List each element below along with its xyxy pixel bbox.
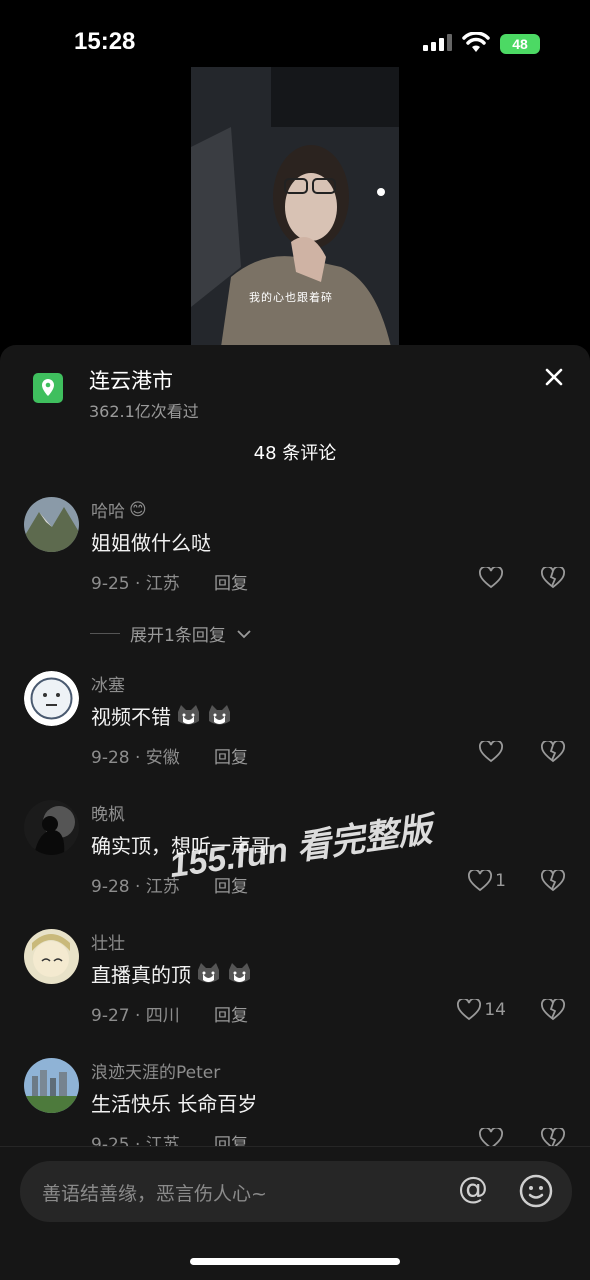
avatar[interactable] bbox=[24, 1058, 79, 1113]
smile-emoji: 😊 bbox=[129, 499, 147, 520]
like-button[interactable] bbox=[479, 567, 506, 589]
divider bbox=[90, 633, 120, 634]
comment-username[interactable]: 冰塞 bbox=[91, 671, 125, 696]
emoji-icon[interactable] bbox=[518, 1173, 554, 1209]
comments-sheet: 连云港市 362.1亿次看过 48 条评论 哈哈 😊 姐姐做什么哒 9-25 ·… bbox=[0, 345, 590, 1280]
broken-heart-icon[interactable] bbox=[541, 870, 565, 892]
husky-emoji-icon bbox=[209, 704, 230, 724]
close-icon[interactable] bbox=[540, 363, 568, 391]
broken-heart-icon[interactable] bbox=[541, 567, 565, 589]
comment-username[interactable]: 哈哈 😊 bbox=[91, 497, 147, 523]
comment-item: 壮壮 直播真的顶 9-27 · 四川 回复 14 bbox=[0, 929, 590, 1057]
battery-indicator: 48 bbox=[500, 34, 540, 54]
comment-meta: 9-28 · 江苏 bbox=[91, 877, 180, 897]
status-time: 15:28 bbox=[74, 28, 136, 55]
cellular-signal-icon bbox=[423, 34, 452, 51]
wifi-icon bbox=[462, 32, 490, 52]
comment-text: 生活快乐 长命百岁 bbox=[91, 1092, 258, 1116]
comment-meta: 9-27 · 四川 bbox=[91, 1006, 180, 1026]
avatar[interactable] bbox=[24, 800, 79, 855]
comment-input[interactable]: 善语结善缘，恶言伤人心~ @ bbox=[20, 1161, 572, 1222]
comments-count: 48 条评论 bbox=[253, 443, 337, 464]
avatar[interactable] bbox=[24, 671, 79, 726]
comment-username[interactable]: 壮壮 bbox=[91, 929, 125, 954]
comment-item: 哈哈 😊 姐姐做什么哒 9-25 · 江苏 回复 bbox=[0, 497, 590, 625]
husky-emoji-icon bbox=[178, 704, 199, 724]
comment-item: 冰塞 视频不错 9-28 · 安徽 回复 bbox=[0, 671, 590, 799]
heart-icon bbox=[457, 999, 482, 1021]
location-views: 362.1亿次看过 bbox=[89, 402, 199, 421]
chevron-down-icon bbox=[237, 629, 251, 638]
broken-heart-icon[interactable] bbox=[541, 741, 565, 763]
comment-meta: 9-25 · 江苏 bbox=[91, 574, 180, 594]
video-frame-image bbox=[191, 67, 399, 347]
like-button[interactable] bbox=[479, 741, 506, 763]
expand-replies-button[interactable]: 展开1条回复 bbox=[90, 621, 252, 646]
avatar[interactable] bbox=[24, 497, 79, 552]
comment-text: 姐姐做什么哒 bbox=[91, 531, 211, 555]
home-indicator[interactable] bbox=[190, 1258, 400, 1265]
map-pin-icon[interactable] bbox=[33, 373, 63, 403]
avatar[interactable] bbox=[24, 929, 79, 984]
mention-button[interactable]: @ bbox=[458, 1171, 488, 1206]
video-caption: 我的心也跟着碎 bbox=[249, 291, 333, 304]
reply-button[interactable]: 回复 bbox=[214, 569, 248, 594]
video-thumbnail[interactable]: 我的心也跟着碎 bbox=[191, 67, 399, 347]
reply-button[interactable]: 回复 bbox=[214, 743, 248, 768]
reply-button[interactable]: 回复 bbox=[214, 1001, 248, 1026]
like-button[interactable]: 14 bbox=[457, 999, 506, 1021]
location-title[interactable]: 连云港市 bbox=[89, 365, 173, 395]
comment-text: 直播真的顶 bbox=[91, 959, 253, 988]
like-button[interactable]: 1 bbox=[468, 870, 506, 892]
heart-icon bbox=[468, 870, 493, 892]
comment-meta: 9-28 · 安徽 bbox=[91, 748, 180, 768]
comment-username[interactable]: 晚枫 bbox=[91, 800, 125, 825]
heart-icon bbox=[479, 741, 503, 763]
comment-input-placeholder: 善语结善缘，恶言伤人心~ bbox=[42, 1183, 267, 1205]
comment-text: 视频不错 bbox=[91, 701, 233, 730]
status-bar: 15:28 48 bbox=[0, 0, 590, 70]
husky-emoji-icon bbox=[229, 962, 250, 982]
heart-icon bbox=[479, 567, 503, 589]
broken-heart-icon[interactable] bbox=[541, 999, 565, 1021]
comment-username[interactable]: 浪迹天涯的Peter bbox=[91, 1058, 220, 1083]
husky-emoji-icon bbox=[198, 962, 219, 982]
